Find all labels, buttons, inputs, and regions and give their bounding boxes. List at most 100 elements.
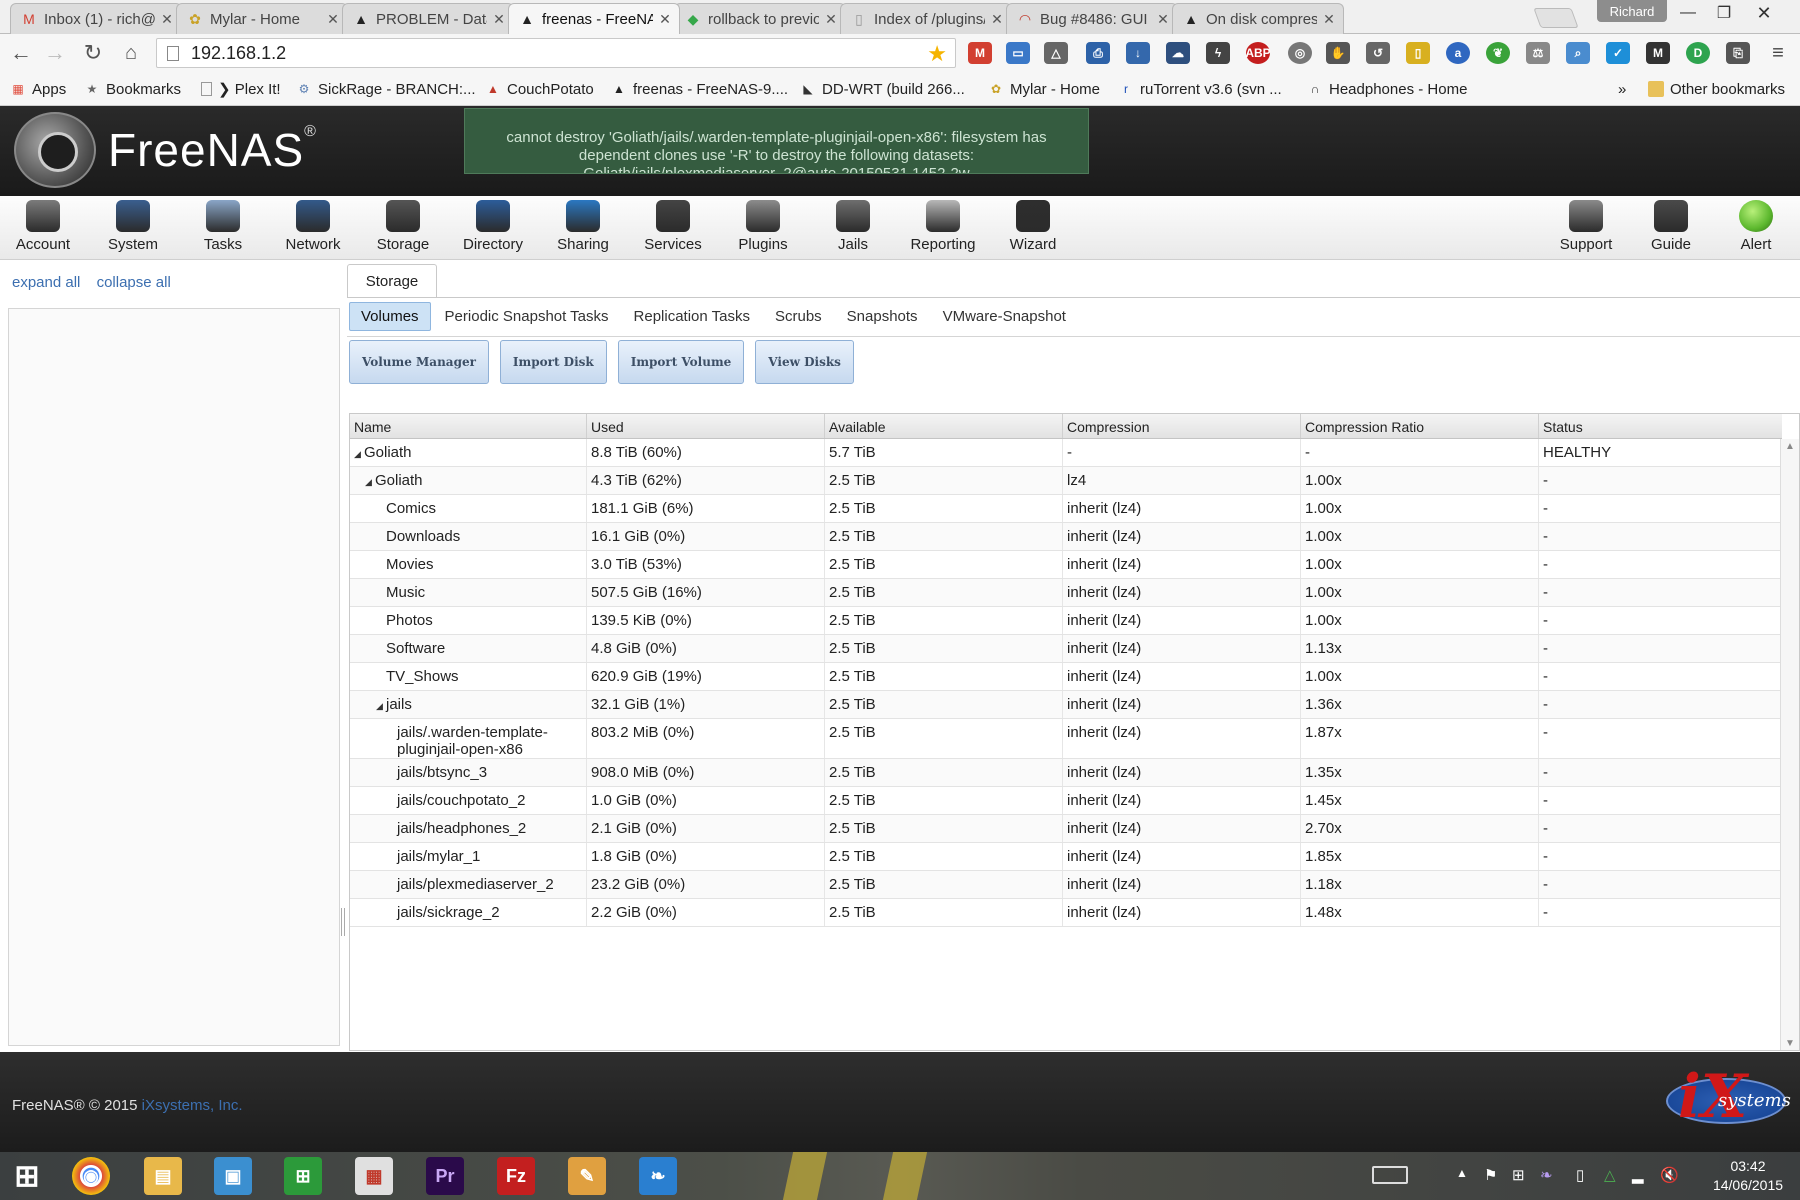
grid-scrollbar[interactable]: ▲ ▼ [1780,439,1799,1050]
bookmark-item[interactable]: ◣ DD-WRT (build 266... [800,78,964,100]
close-window-icon[interactable]: ✕ [1744,0,1784,26]
menu-account[interactable]: Account [0,200,88,258]
taskbar-premiere-icon[interactable]: Pr [426,1157,464,1195]
forward-icon[interactable]: → [42,40,68,65]
column-header[interactable]: Compression Ratio [1301,414,1539,438]
ixsystems-logo[interactable]: iX systems [1660,1060,1791,1144]
evernote-ext-icon[interactable]: ❦ [1486,42,1510,64]
table-row[interactable]: ◢ jails 32.1 GiB (1%) 2.5 TiB inherit (lz4) 1… [350,691,1782,719]
printer-ext-icon[interactable]: ⎘ [1726,42,1750,64]
sync-ext-icon[interactable]: ◎ [1288,42,1312,64]
restore-icon[interactable]: ❐ [1704,0,1744,26]
tab-close-icon[interactable]: ✕ [989,11,1005,28]
browser-tab[interactable]: ▲ On disk compressi✕ [1172,3,1344,34]
drive-ext-icon[interactable]: △ [1044,42,1068,64]
search-ext-icon[interactable]: ⌕ [1566,42,1590,64]
refresh-ext-icon[interactable]: ↺ [1366,42,1390,64]
table-row[interactable]: ◢ Goliath 4.3 TiB (62%) 2.5 TiB lz4 1.00x - [350,467,1782,495]
bookmark-item[interactable]: ❯ Plex It! [201,78,281,100]
address-bar[interactable]: 192.168.1.2 ★ [156,38,956,68]
table-row[interactable]: Software 4.8 GiB (0%) 2.5 TiB inherit (lz4)… [350,635,1782,663]
collapse-all-link[interactable]: collapse all [97,274,171,291]
column-header[interactable]: Compression [1063,414,1301,438]
home-icon[interactable]: ⌂ [118,41,144,65]
menu-alert[interactable]: Alert [1711,200,1800,258]
expand-toggle-icon[interactable]: ◢ [365,474,375,491]
bookmark-item[interactable]: ∩ Headphones - Home [1307,78,1468,100]
subtab-volumes[interactable]: Volumes [349,301,431,331]
bookmark-star-icon[interactable]: ★ [927,41,947,67]
other-bookmarks-folder[interactable]: Other bookmarks [1648,78,1785,100]
freenas-logo[interactable]: FreeNAS® [14,112,317,188]
browser-tab[interactable]: ◠ Bug #8486: GUI fa✕ [1006,3,1178,34]
profile-button[interactable]: Richard [1597,0,1667,22]
volume-manager-button[interactable]: Volume Manager [349,340,489,384]
scroll-down-icon[interactable]: ▼ [1785,1038,1795,1049]
tab-close-icon[interactable]: ✕ [491,11,507,28]
volume-muted-icon[interactable]: 🔇 [1660,1166,1679,1184]
back-icon[interactable]: ← [8,40,34,65]
pane-splitter-handle[interactable] [341,908,345,936]
taskbar-chrome-icon[interactable]: ◉ [72,1157,110,1195]
import-volume-button[interactable]: Import Volume [617,340,745,384]
menu-sharing[interactable]: Sharing [538,200,628,258]
menu-system[interactable]: System [88,200,178,258]
bookmark-item[interactable]: ✿ Mylar - Home [988,78,1100,100]
hand-ext-icon[interactable]: ✋ [1326,42,1350,64]
battery-icon[interactable]: ▯ [1576,1166,1594,1184]
table-row[interactable]: Music 507.5 GiB (16%) 2.5 TiB inherit (lz4)… [350,579,1782,607]
browser-tab[interactable]: ▲ freenas - FreeNAS✕ [508,3,680,34]
table-row[interactable]: Photos 139.5 KiB (0%) 2.5 TiB inherit (lz4)… [350,607,1782,635]
screen-ext-icon[interactable]: ▭ [1006,42,1030,64]
menu-plugins[interactable]: Plugins [718,200,808,258]
bookmark-item[interactable]: ▲ freenas - FreeNAS-9.... [611,78,788,100]
subtab-scrubs[interactable]: Scrubs [764,303,833,330]
menu-wizard[interactable]: Wizard [988,200,1078,258]
taskbar-apps-icon[interactable]: ▦ [355,1157,393,1195]
bookmark-item[interactable]: ▲ CouchPotato [485,78,594,100]
tab-close-icon[interactable]: ✕ [159,11,175,28]
flag-icon[interactable]: ⚑ [1484,1166,1502,1184]
scale-ext-icon[interactable]: ⚖ [1526,42,1550,64]
feather-tray-icon[interactable]: ❧ [1540,1166,1558,1184]
system-clock[interactable]: 03:42 14/06/2015 [1700,1157,1796,1195]
bookmark-item[interactable]: ▦ Apps [10,78,66,100]
column-header[interactable]: Name [350,414,587,438]
menu-support[interactable]: Support [1541,200,1631,258]
gmail-ext-icon[interactable]: M [968,42,992,64]
bookmarks-more-button[interactable]: » [1618,78,1626,100]
browser-tab[interactable]: M Inbox (1) - rich@ir ✕ [10,3,182,34]
import-disk-button[interactable]: Import Disk [499,340,607,384]
tab-close-icon[interactable]: ✕ [1321,11,1337,28]
table-row[interactable]: TV_Shows 620.9 GiB (19%) 2.5 TiB inherit (l… [350,663,1782,691]
taskbar-remote-desktop-icon[interactable]: ▣ [214,1157,252,1195]
subtab-snapshots[interactable]: Snapshots [836,303,929,330]
column-header[interactable]: Available [825,414,1063,438]
cloud-ext-icon[interactable]: ☁ [1166,42,1190,64]
menu-network[interactable]: Network [268,200,358,258]
table-row[interactable]: jails/btsync_3 908.0 MiB (0%) 2.5 TiB inher… [350,759,1782,787]
d-ext-icon[interactable]: D [1686,42,1710,64]
menu-tasks[interactable]: Tasks [178,200,268,258]
subtab-vmware-snapshot[interactable]: VMware-Snapshot [932,303,1077,330]
drive-tray-icon[interactable]: △ [1604,1166,1622,1184]
column-header[interactable]: Used [587,414,825,438]
table-row[interactable]: jails/mylar_1 1.8 GiB (0%) 2.5 TiB inherit … [350,843,1782,871]
ixsystems-link[interactable]: iXsystems, Inc. [142,1097,243,1114]
keyboard-icon[interactable] [1372,1166,1408,1184]
lightning-ext-icon[interactable]: ϟ [1206,42,1230,64]
taskbar-folder-icon[interactable]: ▤ [144,1157,182,1195]
scroll-up-icon[interactable]: ▲ [1785,441,1795,452]
windows-start-icon[interactable]: ⊞ [8,1157,46,1195]
a-ext-icon[interactable]: a [1446,42,1470,64]
table-row[interactable]: jails/sickrage_2 2.2 GiB (0%) 2.5 TiB inher… [350,899,1782,927]
tab-close-icon[interactable]: ✕ [1155,11,1171,28]
table-row[interactable]: jails/couchpotato_2 1.0 GiB (0%) 2.5 TiB in… [350,787,1782,815]
phone-ext-icon[interactable]: ▯ [1406,42,1430,64]
browser-tab[interactable]: ◆ rollback to previo ✕ [674,3,846,34]
expand-toggle-icon[interactable]: ◢ [354,446,364,463]
download-ext-icon[interactable]: ↓ [1126,42,1150,64]
tab-close-icon[interactable]: ✕ [325,11,341,28]
bookmark-item[interactable]: r ruTorrent v3.6 (svn ... [1118,78,1282,100]
new-tab-button[interactable] [1533,8,1579,28]
